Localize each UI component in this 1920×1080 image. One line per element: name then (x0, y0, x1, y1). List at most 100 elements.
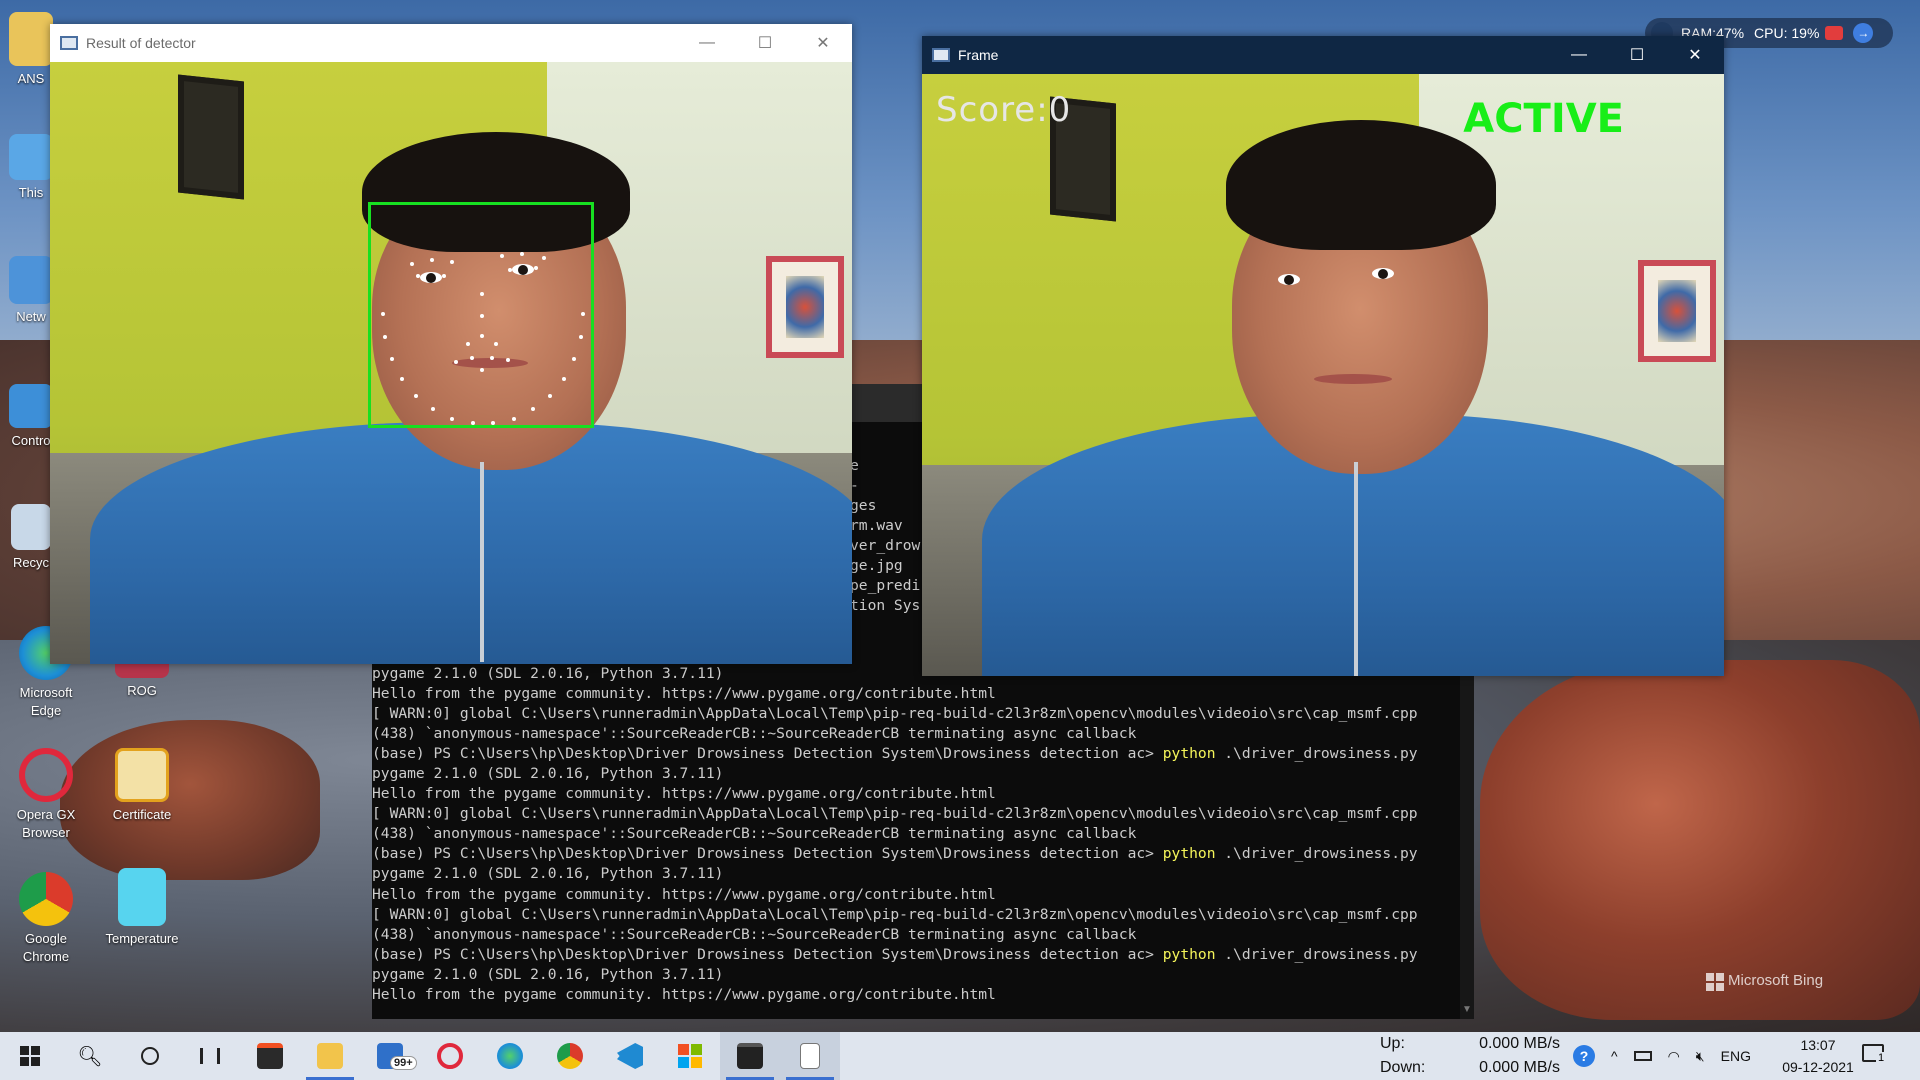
facial-landmark-point (480, 368, 484, 372)
folder-icon (9, 12, 53, 66)
facial-landmark-point (470, 356, 474, 360)
microsoft-button[interactable] (660, 1032, 720, 1080)
facial-landmark-point (480, 314, 484, 318)
bing-watermark: Microsoft Bing (1728, 972, 1824, 989)
facial-landmark-point (480, 334, 484, 338)
desktop-icon-label: ANS (17, 71, 45, 86)
notepad-button[interactable] (780, 1032, 840, 1080)
terminal-line: (438) `anonymous-namespace'::SourceReade… (372, 725, 1137, 743)
wall-picture (178, 74, 244, 200)
facial-landmark-point (454, 360, 458, 364)
terminal-line: (base) PS C:\Users\hp\Desktop\Driver Dro… (372, 744, 1462, 764)
clock-time: 13:07 (1800, 1037, 1836, 1053)
facial-landmark-point (450, 260, 454, 264)
system-tray: ? ^ ◠ 🔇︎ ENG (1565, 1032, 1759, 1080)
terminal-peek-output: e - ges rm.wav ver_drow ge.jpg pe_predi tion Sy… (850, 456, 922, 616)
clock-date: 09-12-2021 (1782, 1059, 1854, 1075)
store-button[interactable] (240, 1032, 300, 1080)
detector-window[interactable]: Result of detector — ☐ ✕ (50, 24, 852, 664)
close-button[interactable]: ✕ (1666, 36, 1724, 74)
start-button[interactable] (0, 1032, 60, 1080)
detector-titlebar[interactable]: Result of detector — ☐ ✕ (50, 24, 852, 62)
cortana-button[interactable] (120, 1032, 180, 1080)
mail-badge: 99+ (390, 1056, 417, 1070)
document-icon (118, 868, 166, 926)
terminal-peek-line: rm.wav (850, 517, 903, 535)
facial-landmark-point (542, 256, 546, 260)
desktop-icon-label: Recyc (12, 555, 50, 570)
chevron-up-icon[interactable]: ^ (1611, 1048, 1618, 1064)
desktop-icon-label: Contro (11, 433, 51, 448)
window-title: Result of detector (86, 35, 196, 51)
opera-gx-icon (19, 748, 73, 802)
scroll-down-icon[interactable]: ▼ (1462, 1004, 1472, 1015)
opera-button[interactable] (420, 1032, 480, 1080)
terminal-peek-line: tion Sys (850, 597, 921, 615)
notification-count: 1 (1876, 1052, 1887, 1064)
record-icon[interactable] (1825, 26, 1844, 40)
minimize-button[interactable]: — (1550, 36, 1608, 74)
search-button[interactable]: 🔍︎ (60, 1032, 120, 1080)
wallpaper-red-rock (1480, 660, 1920, 1020)
terminal-line: [ WARN:0] global C:\Users\runneradmin\Ap… (372, 705, 1418, 723)
chrome-icon (19, 872, 73, 926)
maximize-button[interactable]: ☐ (736, 24, 794, 62)
terminal-line: (base) PS C:\Users\hp\Desktop\Driver Dro… (372, 945, 1462, 965)
desktop-icon-opera-gx[interactable]: Opera GX Browser (4, 748, 88, 842)
frame-window[interactable]: Frame — ☐ ✕ Score:0 ACTIVE (922, 36, 1724, 676)
terminal-button[interactable] (720, 1032, 780, 1080)
terminal-peek-line: pe_predi (850, 577, 921, 595)
notification-center-button[interactable]: 1 (1862, 1044, 1890, 1068)
volume-muted-icon[interactable]: 🔇︎ (1696, 1048, 1705, 1065)
facial-landmark-point (547, 393, 552, 398)
task-view-button[interactable] (180, 1032, 240, 1080)
facial-landmark-point (414, 393, 419, 398)
cortana-icon (141, 1047, 159, 1065)
terminal-command: python (1162, 845, 1216, 863)
desktop-icon-certificate[interactable]: Certificate (100, 748, 184, 824)
jacket-zipper (1354, 462, 1358, 676)
frame-titlebar[interactable]: Frame — ☐ ✕ (922, 36, 1724, 74)
battery-icon[interactable] (1633, 1051, 1652, 1061)
file-explorer-button[interactable] (300, 1032, 360, 1080)
facial-landmark-point (561, 376, 566, 381)
person-mouth (1314, 374, 1392, 384)
facial-landmark-point (389, 356, 394, 361)
store-icon (257, 1043, 283, 1069)
cpu-usage: CPU: 19% (1754, 25, 1820, 41)
terminal-command-args: .\driver_drowsiness.py (1215, 945, 1418, 963)
edge-button[interactable] (480, 1032, 540, 1080)
person-eye-right (1372, 268, 1394, 279)
file-explorer-icon (317, 1043, 343, 1069)
vscode-button[interactable] (600, 1032, 660, 1080)
detector-camera-image (50, 62, 852, 664)
desktop-icon-temperature[interactable]: Temperature (100, 868, 184, 948)
language-indicator[interactable]: ENG (1721, 1048, 1751, 1064)
wallpaper-left-rock (60, 720, 320, 880)
minimize-button[interactable]: — (678, 24, 736, 62)
terminal-prompt: (base) PS C:\Users\hp\Desktop\Driver Dro… (372, 745, 1163, 763)
facial-landmark-point (578, 334, 583, 339)
chrome-icon (557, 1043, 583, 1069)
facial-landmark-point (506, 358, 510, 362)
clock[interactable]: 13:07 09-12-2021 (1778, 1034, 1858, 1078)
terminal-line: pygame 2.1.0 (SDL 2.0.16, Python 3.7.11) (372, 865, 724, 883)
maximize-button[interactable]: ☐ (1608, 36, 1666, 74)
help-icon[interactable]: ? (1573, 1045, 1595, 1067)
close-button[interactable]: ✕ (794, 24, 852, 62)
terminal-line: pygame 2.1.0 (SDL 2.0.16, Python 3.7.11) (372, 965, 724, 983)
vscode-icon (617, 1043, 643, 1069)
arrow-right-icon[interactable]: → (1853, 23, 1874, 43)
terminal-command-args: .\driver_drowsiness.py (1215, 845, 1418, 863)
wifi-icon[interactable]: ◠ (1668, 1048, 1680, 1065)
facial-landmark-point (430, 258, 434, 262)
terminal-peek-line: ge.jpg (850, 557, 903, 575)
desktop-icon-chrome[interactable]: Google Chrome (4, 872, 88, 966)
chrome-button[interactable] (540, 1032, 600, 1080)
terminal-output[interactable]: pygame 2.1.0 (SDL 2.0.16, Python 3.7.11)… (372, 664, 1462, 1005)
window-title: Frame (958, 47, 999, 63)
mail-button[interactable]: 99+ (360, 1032, 420, 1080)
terminal-command: python (1162, 745, 1216, 763)
task-view-icon (200, 1048, 220, 1064)
terminal-peek-line: - (850, 477, 859, 495)
